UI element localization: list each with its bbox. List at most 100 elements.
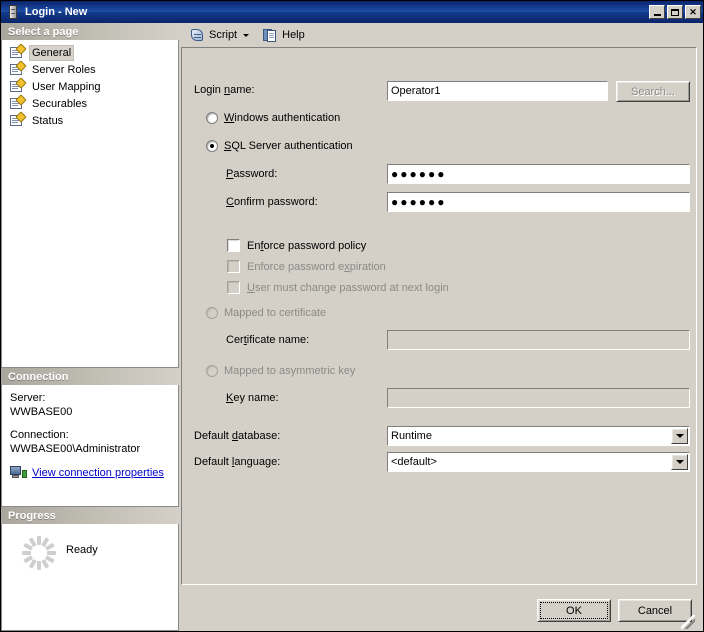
help-label: Help bbox=[282, 29, 305, 41]
progress-spinner-icon bbox=[22, 536, 56, 570]
window-title: Login - New bbox=[25, 6, 88, 18]
help-icon bbox=[263, 28, 278, 43]
sidebar-item-user-mapping[interactable]: User Mapping bbox=[2, 77, 178, 95]
sidebar-item-label: General bbox=[29, 44, 75, 61]
mapped-to-asymmetric-key-option: Mapped to asymmetric key bbox=[206, 365, 355, 377]
sidebar-item-server-roles[interactable]: Server Roles bbox=[2, 60, 178, 78]
certificate-name-label: Certificate name: bbox=[226, 334, 310, 346]
sql-server-authentication-radio[interactable] bbox=[206, 140, 218, 152]
login-new-dialog: Login - New Select a page General Server… bbox=[0, 0, 704, 632]
page-icon bbox=[9, 77, 27, 94]
default-language-value: <default> bbox=[391, 456, 437, 468]
progress-header: Progress bbox=[1, 507, 179, 524]
connection-header: Connection bbox=[1, 368, 179, 385]
ok-button-label: OK bbox=[566, 604, 582, 617]
page-icon bbox=[9, 111, 27, 128]
window-controls bbox=[649, 5, 701, 19]
network-connection-icon bbox=[10, 465, 27, 480]
sql-server-authentication-option[interactable]: SQL Server authentication bbox=[206, 140, 353, 152]
default-language-label-row: Default language: bbox=[194, 456, 280, 468]
login-name-input[interactable]: Operator1 bbox=[387, 81, 608, 101]
mapped-to-certificate-option: Mapped to certificate bbox=[206, 307, 326, 319]
connection-panel: Server: WWBASE00 Connection: WWBASE00\Ad… bbox=[1, 385, 179, 507]
user-must-change-password-option: User must change password at next login bbox=[227, 281, 449, 294]
title-bar: Login - New bbox=[1, 1, 703, 23]
left-pane: Select a page General Server Roles User … bbox=[1, 23, 179, 631]
dialog-footer: OK Cancel bbox=[181, 591, 697, 631]
server-icon bbox=[5, 4, 21, 20]
connection-value: WWBASE00\Administrator bbox=[10, 443, 141, 455]
default-language-select[interactable]: <default> bbox=[387, 452, 690, 472]
right-pane: Script Help Login name: Operator1 Search… bbox=[179, 23, 703, 631]
default-language-label: Default language: bbox=[194, 456, 281, 468]
sidebar-item-label: Server Roles bbox=[32, 63, 96, 76]
script-label: Script bbox=[209, 29, 238, 41]
sidebar-item-label: Securables bbox=[32, 97, 88, 110]
confirm-password-label: Confirm password: bbox=[226, 196, 318, 208]
minimize-button[interactable] bbox=[649, 5, 665, 19]
general-page-form: Login name: Operator1 Search... Windows … bbox=[181, 47, 697, 585]
mapped-to-asymmetric-key-label: Mapped to asymmetric key bbox=[224, 365, 356, 377]
toolbar: Script Help bbox=[181, 23, 697, 47]
maximize-button[interactable] bbox=[667, 5, 683, 19]
login-name-label-row: Login name: bbox=[194, 84, 255, 96]
sql-server-authentication-label: SQL Server authentication bbox=[224, 140, 353, 152]
enforce-password-expiration-option: Enforce password expiration bbox=[227, 260, 386, 273]
default-database-label-row: Default database: bbox=[194, 430, 280, 442]
page-list: General Server Roles User Mapping Secura… bbox=[1, 40, 179, 368]
view-connection-properties-row[interactable]: View connection properties bbox=[10, 465, 170, 480]
default-database-select[interactable]: Runtime bbox=[387, 426, 690, 446]
search-button[interactable]: Search... bbox=[616, 81, 690, 102]
enforce-password-policy-label: Enforce password policy bbox=[247, 239, 367, 252]
enforce-password-expiration-checkbox bbox=[227, 260, 240, 273]
sidebar-item-securables[interactable]: Securables bbox=[2, 94, 178, 112]
confirm-password-input[interactable]: ●●●●●● bbox=[387, 192, 690, 212]
connection-label: Connection: bbox=[10, 429, 69, 441]
dialog-body: Select a page General Server Roles User … bbox=[1, 23, 703, 631]
login-name-label: Login name: bbox=[194, 84, 255, 96]
ok-button[interactable]: OK bbox=[537, 599, 611, 622]
chevron-down-icon[interactable] bbox=[243, 33, 250, 37]
password-value: ●●●●●● bbox=[391, 167, 447, 181]
script-icon bbox=[190, 28, 205, 43]
password-label: Password: bbox=[226, 168, 278, 180]
key-name-label-row: Key name: bbox=[226, 392, 279, 404]
key-name-label: Key name: bbox=[226, 392, 279, 404]
close-button[interactable] bbox=[685, 5, 701, 19]
enforce-password-policy-checkbox[interactable] bbox=[227, 239, 240, 252]
page-icon bbox=[9, 94, 27, 111]
cancel-button[interactable]: Cancel bbox=[618, 599, 692, 622]
sidebar-item-general[interactable]: General bbox=[2, 43, 178, 61]
confirm-password-value: ●●●●●● bbox=[391, 195, 447, 209]
script-button[interactable]: Script bbox=[186, 25, 253, 45]
certificate-name-input bbox=[387, 330, 690, 350]
page-icon bbox=[9, 43, 27, 60]
default-database-label: Default database: bbox=[194, 430, 281, 442]
view-connection-properties-link[interactable]: View connection properties bbox=[32, 466, 164, 480]
server-label: Server: bbox=[10, 392, 46, 404]
chevron-down-icon[interactable] bbox=[671, 454, 688, 470]
enforce-password-expiration-label: Enforce password expiration bbox=[247, 260, 386, 273]
password-label-row: Password: bbox=[226, 168, 277, 180]
user-must-change-password-label: User must change password at next login bbox=[247, 281, 449, 294]
password-input[interactable]: ●●●●●● bbox=[387, 164, 690, 184]
sidebar-item-label: Status bbox=[32, 114, 64, 127]
mapped-to-certificate-label: Mapped to certificate bbox=[224, 307, 327, 319]
chevron-down-icon[interactable] bbox=[671, 428, 688, 444]
windows-authentication-option[interactable]: Windows authentication bbox=[206, 112, 340, 124]
select-a-page-header: Select a page bbox=[1, 23, 179, 40]
progress-panel: Ready bbox=[1, 524, 179, 631]
cancel-button-label: Cancel bbox=[637, 604, 673, 617]
confirm-password-label-row: Confirm password: bbox=[226, 196, 318, 208]
certificate-name-label-row: Certificate name: bbox=[226, 334, 309, 346]
help-button[interactable]: Help bbox=[259, 25, 309, 45]
mapped-to-certificate-radio bbox=[206, 307, 218, 319]
windows-authentication-label: Windows authentication bbox=[224, 112, 341, 124]
user-must-change-password-checkbox bbox=[227, 281, 240, 294]
login-name-value: Operator1 bbox=[391, 85, 441, 97]
sidebar-item-label: User Mapping bbox=[32, 80, 101, 93]
default-database-value: Runtime bbox=[391, 430, 432, 442]
sidebar-item-status[interactable]: Status bbox=[2, 111, 178, 129]
enforce-password-policy-option[interactable]: Enforce password policy bbox=[227, 239, 366, 252]
windows-authentication-radio[interactable] bbox=[206, 112, 218, 124]
